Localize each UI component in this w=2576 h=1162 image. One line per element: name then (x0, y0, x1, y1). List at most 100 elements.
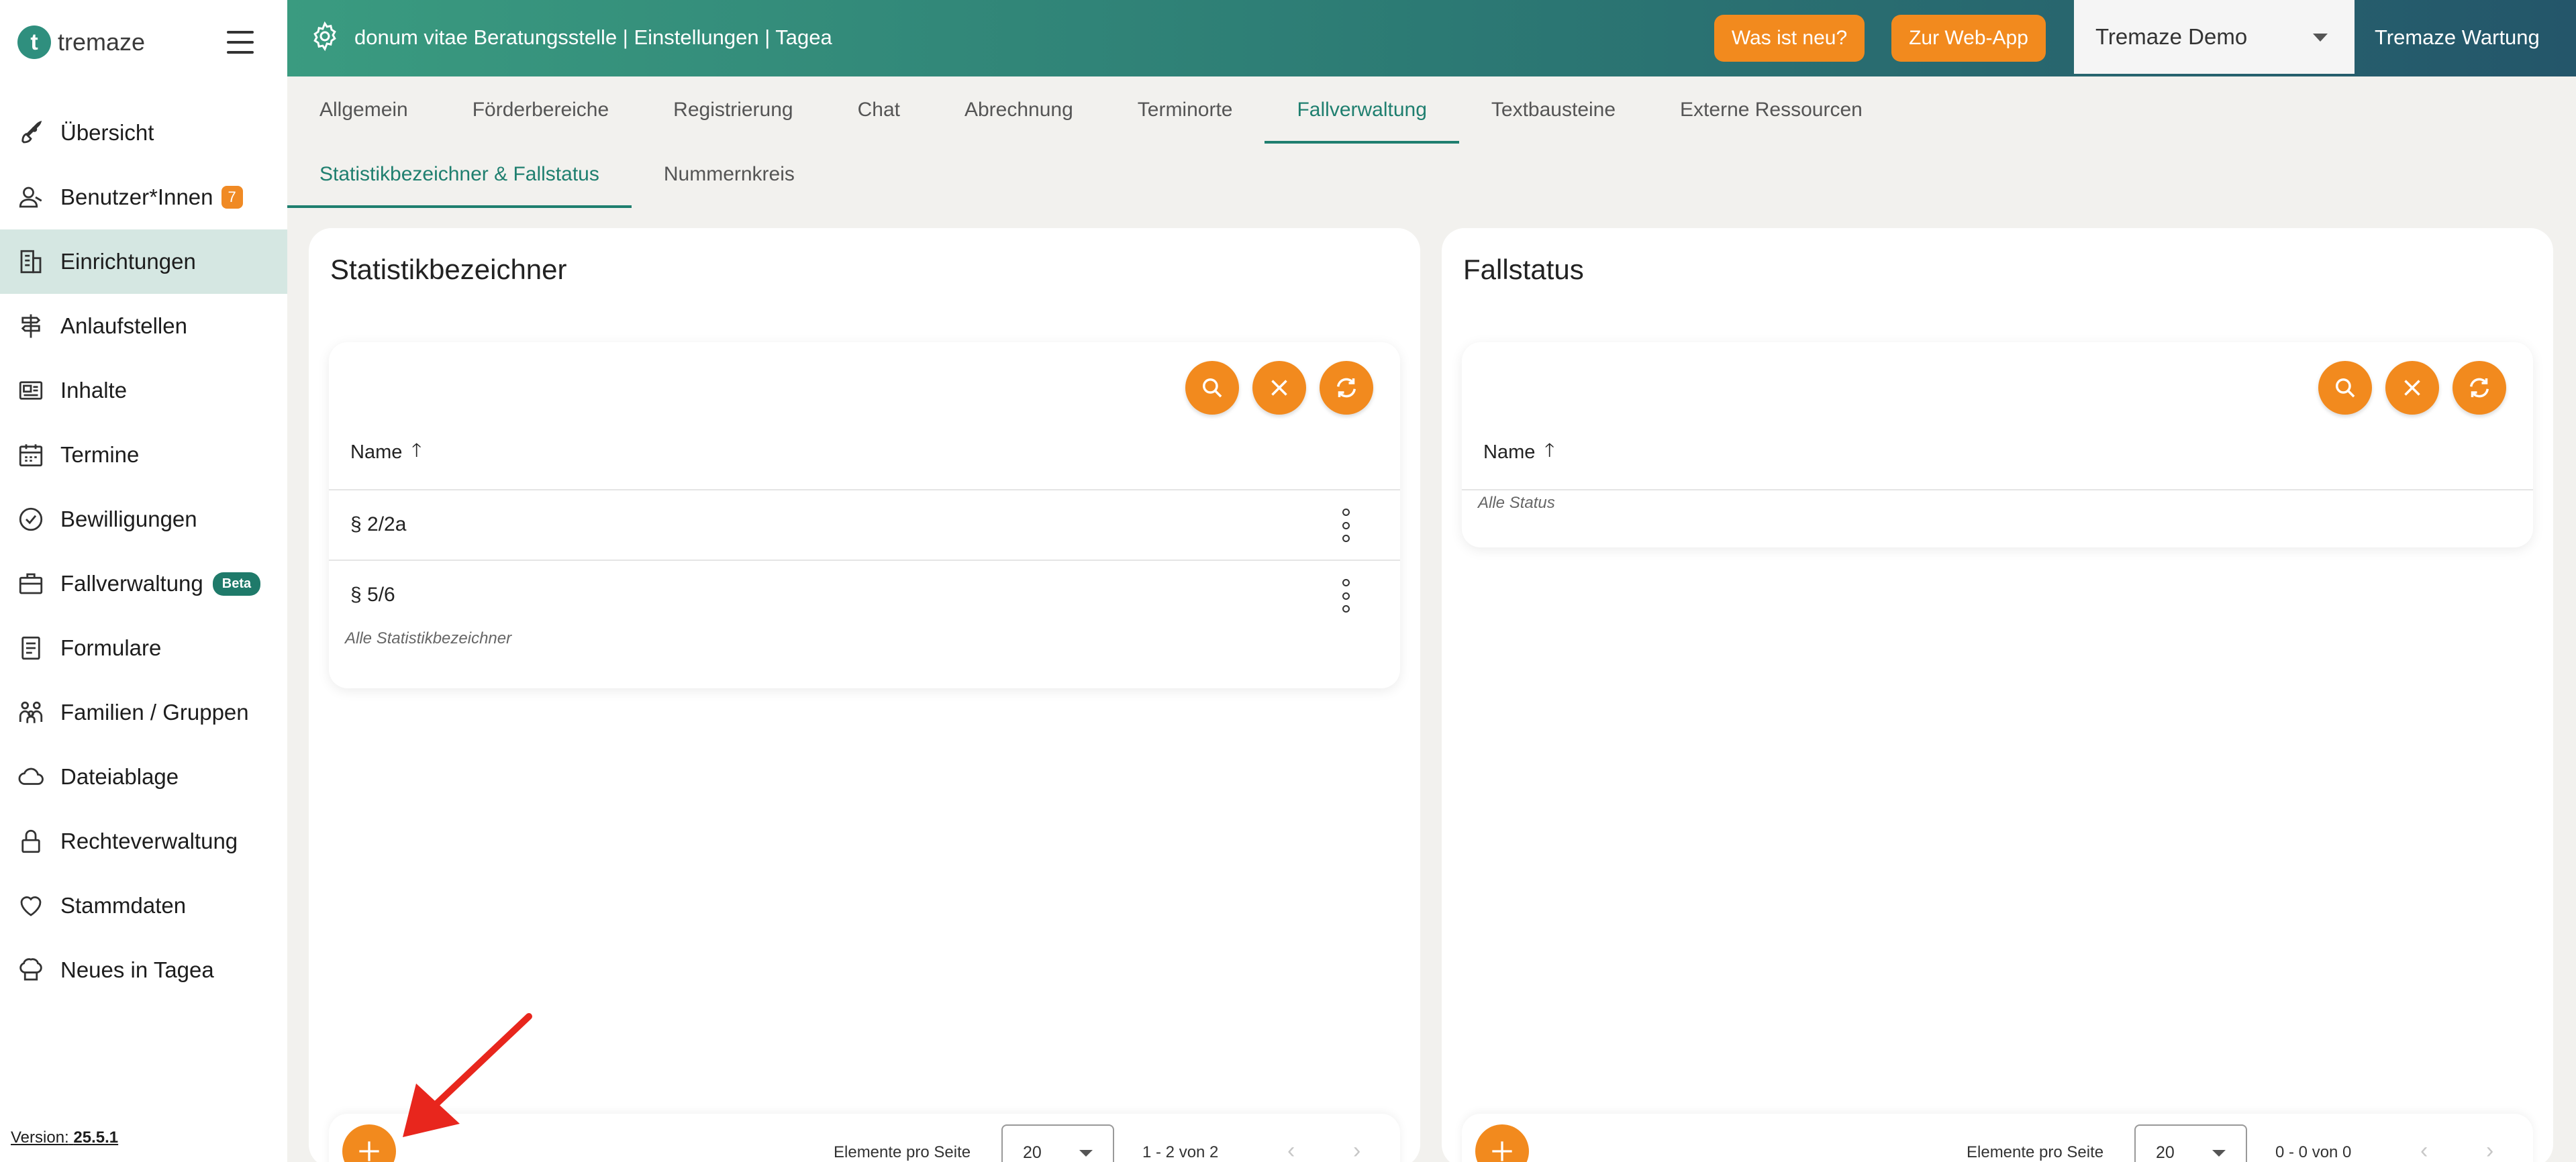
sidebar-item-anlaufstellen[interactable]: Anlaufstellen (0, 294, 287, 358)
more-vert-icon[interactable] (1341, 579, 1350, 613)
per-page-select[interactable]: 20 (1001, 1124, 1114, 1162)
sidebar: t tremaze Übersicht Benutzer*Innen 7 Ein… (0, 0, 287, 1162)
paginator: Elemente pro Seite 20 0 - 0 von 0 ‹ › (1462, 1114, 2533, 1162)
building-icon (16, 247, 46, 276)
chevron-down-icon (2313, 34, 2328, 42)
sidebar-nav: Übersicht Benutzer*Innen 7 Einrichtungen… (0, 101, 287, 1002)
maintenance-link[interactable]: Tremaze Wartung (2375, 25, 2540, 50)
search-icon (1203, 378, 1222, 398)
refresh-icon (2470, 378, 2489, 398)
tab-allgemein[interactable]: Allgemein (287, 76, 440, 144)
sidebar-item-inhalte[interactable]: Inhalte (0, 358, 287, 423)
clear-filter-button[interactable] (1252, 361, 1306, 415)
sidebar-item-label: Formulare (60, 635, 162, 660)
sidebar-item-fallverwaltung[interactable]: Fallverwaltung Beta (0, 551, 287, 616)
sidebar-item-bewilligungen[interactable]: Bewilligungen (0, 487, 287, 551)
beta-badge: Beta (212, 572, 261, 596)
whats-new-button[interactable]: Was ist neu? (1714, 15, 1865, 62)
form-icon (16, 633, 46, 663)
clear-filter-button[interactable] (2385, 361, 2439, 415)
tenant-select-value: Tremaze Demo (2095, 24, 2248, 49)
version-value: 25.5.1 (73, 1128, 119, 1147)
version-label: Version: (11, 1128, 69, 1147)
per-page-label: Elemente pro Seite (834, 1143, 971, 1161)
sidebar-item-label: Benutzer*Innen (60, 184, 213, 209)
users-icon (16, 182, 46, 212)
sidebar-item-termine[interactable]: Termine (0, 423, 287, 487)
sidebar-item-dateiablage[interactable]: Dateiablage (0, 745, 287, 809)
page-range: 0 - 0 von 0 (2275, 1143, 2352, 1161)
search-button[interactable] (2318, 361, 2372, 415)
sidebar-item-familien[interactable]: Familien / Gruppen (0, 680, 287, 745)
sidebar-item-label: Einrichtungen (60, 249, 196, 274)
version-link[interactable]: Version: 25.5.1 (11, 1128, 118, 1147)
refresh-button[interactable] (2453, 361, 2506, 415)
plus-icon (359, 1141, 379, 1161)
refresh-icon (1337, 378, 1356, 398)
table-row[interactable]: § 5/6 (329, 560, 1400, 630)
chef-hat-icon (16, 955, 46, 985)
more-vert-icon[interactable] (1341, 509, 1350, 542)
column-header-name[interactable]: Name 🡑 (350, 436, 422, 468)
tab-externe-ressourcen[interactable]: Externe Ressourcen (1648, 76, 1895, 144)
tab-registrierung[interactable]: Registrierung (641, 76, 825, 144)
table-footnote: Alle Status (1478, 494, 1555, 512)
sidebar-item-label: Inhalte (60, 378, 128, 403)
sidebar-item-benutzer[interactable]: Benutzer*Innen 7 (0, 165, 287, 229)
sidebar-item-label: Bewilligungen (60, 507, 197, 531)
sidebar-item-label: Rechteverwaltung (60, 829, 238, 853)
tab-abrechnung[interactable]: Abrechnung (932, 76, 1105, 144)
previous-page-icon[interactable]: ‹ (1287, 1138, 1295, 1162)
table-footnote: Alle Statistikbezeichner (345, 629, 512, 647)
sidebar-item-einrichtungen[interactable]: Einrichtungen (0, 229, 287, 294)
sidebar-item-uebersicht[interactable]: Übersicht (0, 101, 287, 165)
page-title: donum vitae Beratungsstelle | Einstellun… (354, 25, 832, 49)
heart-icon (16, 891, 46, 920)
next-page-icon[interactable]: › (2486, 1138, 2493, 1162)
sidebar-item-label: Anlaufstellen (60, 313, 187, 338)
sidebar-item-label: Neues in Tagea (60, 957, 214, 982)
tab-foerderbereiche[interactable]: Förderbereiche (440, 76, 641, 144)
paginator: Elemente pro Seite 20 1 - 2 von 2 ‹ › (329, 1114, 1400, 1162)
next-page-icon[interactable]: › (1353, 1138, 1360, 1162)
sidebar-item-formulare[interactable]: Formulare (0, 616, 287, 680)
cloud-icon (16, 762, 46, 792)
tenant-select[interactable]: Tremaze Demo (2074, 0, 2355, 74)
per-page-select[interactable]: 20 (2134, 1124, 2247, 1162)
add-button[interactable] (342, 1124, 396, 1162)
rocket-icon (16, 118, 46, 148)
sidebar-item-rechteverwaltung[interactable]: Rechteverwaltung (0, 809, 287, 874)
check-circle-icon (16, 505, 46, 534)
previous-page-icon[interactable]: ‹ (2420, 1138, 2428, 1162)
add-button[interactable] (1475, 1124, 1529, 1162)
subtab-statistikbezeichner-fallstatus[interactable]: Statistikbezeichner & Fallstatus (287, 144, 632, 208)
tab-textbausteine[interactable]: Textbausteine (1459, 76, 1648, 144)
sidebar-item-label: Fallverwaltung (60, 571, 203, 596)
tab-fallverwaltung[interactable]: Fallverwaltung (1265, 76, 1460, 144)
search-icon (2336, 378, 2355, 398)
refresh-button[interactable] (1320, 361, 1373, 415)
settings-tabs: Allgemein Förderbereiche Registrierung C… (287, 76, 1895, 144)
logo-text: tremaze (58, 28, 146, 56)
tab-terminorte[interactable]: Terminorte (1105, 76, 1265, 144)
per-page-value: 20 (1023, 1143, 1042, 1162)
web-app-button[interactable]: Zur Web-App (1891, 15, 2046, 62)
panel-title: Fallstatus (1463, 254, 1584, 285)
table-row[interactable]: § 2/2a (329, 490, 1400, 560)
newspaper-icon (16, 376, 46, 405)
menu-toggle-icon[interactable] (227, 31, 254, 54)
divider (1462, 489, 2533, 490)
app-logo[interactable]: t tremaze (17, 25, 145, 59)
sidebar-item-label: Dateiablage (60, 764, 179, 789)
sidebar-item-label: Familien / Gruppen (60, 700, 249, 725)
page-range: 1 - 2 von 2 (1142, 1143, 1219, 1161)
sidebar-item-neues-in-tagea[interactable]: Neues in Tagea (0, 938, 287, 1002)
subtab-nummernkreis[interactable]: Nummernkreis (632, 144, 827, 205)
sidebar-item-stammdaten[interactable]: Stammdaten (0, 874, 287, 938)
fallstatus-table: Name 🡑 Alle Status (1462, 342, 2533, 547)
tab-chat[interactable]: Chat (826, 76, 932, 144)
sidebar-item-label: Übersicht (60, 120, 154, 145)
fallstatus-panel: Fallstatus Name 🡑 Alle Status Elemente p… (1442, 228, 2553, 1162)
column-header-name[interactable]: Name 🡑 (1483, 436, 1554, 468)
search-button[interactable] (1185, 361, 1239, 415)
